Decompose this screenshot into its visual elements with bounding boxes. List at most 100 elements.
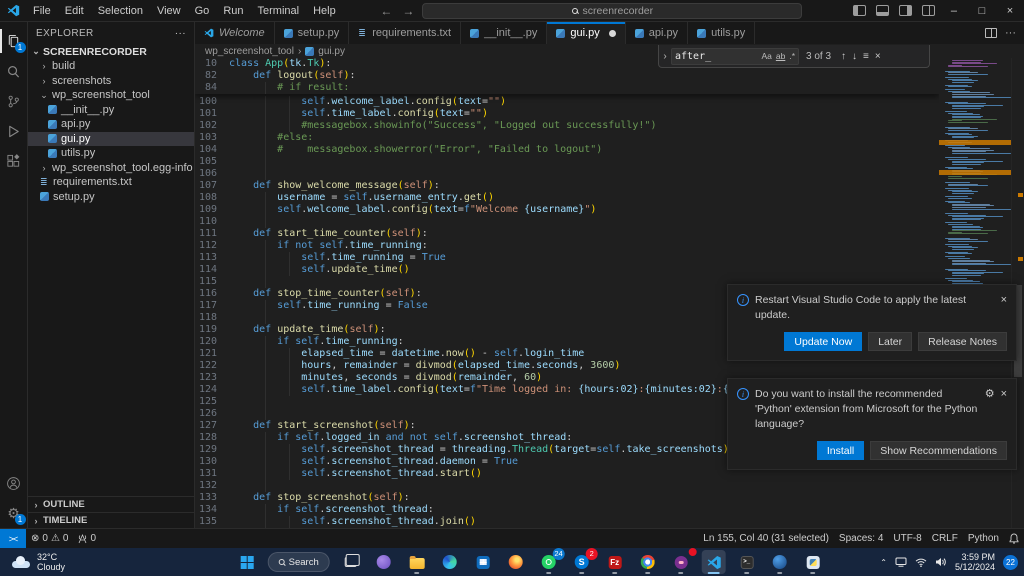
editor-more-actions-icon[interactable]: ··· (1005, 27, 1016, 39)
install-button[interactable]: Install (817, 441, 864, 460)
tray-chevron-up-icon[interactable]: ⌃ (880, 558, 887, 567)
menu-go[interactable]: Go (188, 0, 217, 22)
explorer-item[interactable]: gui.py (28, 132, 194, 147)
explorer-more-actions-icon[interactable]: ··· (175, 28, 186, 39)
taskbar-media-app[interactable] (669, 550, 693, 574)
find-close-icon[interactable]: × (875, 51, 881, 62)
taskbar-python-app[interactable] (801, 550, 825, 574)
wifi-icon[interactable] (915, 558, 927, 567)
breadcrumb-item[interactable]: wp_screenshot_tool (205, 46, 294, 57)
tab--init-py[interactable]: __init__.py (461, 22, 547, 44)
taskbar-firefox[interactable] (504, 550, 528, 574)
status-language-mode[interactable]: Python (963, 533, 1004, 544)
status-cursor-position[interactable]: Ln 155, Col 40 (31 selected) (698, 533, 834, 544)
section-timeline[interactable]: ›TIMELINE (28, 512, 194, 528)
explorer-root-folder[interactable]: ⌄ SCREENRECORDER (28, 44, 194, 59)
taskbar-store[interactable] (471, 550, 495, 574)
toggle-secondary-sidebar-icon[interactable] (899, 5, 912, 16)
match-case-icon[interactable]: Aa (761, 51, 771, 61)
status-eol[interactable]: CRLF (927, 533, 963, 544)
toggle-panel-icon[interactable] (876, 5, 889, 16)
tab-welcome[interactable]: Welcome (195, 22, 275, 44)
taskbar-search[interactable]: Search (268, 552, 330, 572)
problems-indicator[interactable]: ⊗0 ⚠0 (26, 533, 73, 544)
explorer-item[interactable]: utils.py (28, 146, 194, 161)
activity-extensions-icon[interactable] (0, 146, 28, 176)
toggle-sidebar-icon[interactable] (853, 5, 866, 16)
release-notes-button[interactable]: Release Notes (918, 332, 1007, 351)
menu-file[interactable]: File (26, 0, 58, 22)
status-encoding[interactable]: UTF-8 (888, 533, 926, 544)
activity-account-icon[interactable] (0, 468, 28, 498)
maximize-button[interactable]: □ (968, 0, 996, 22)
menu-help[interactable]: Help (306, 0, 343, 22)
explorer-item[interactable]: ›screenshots (28, 74, 194, 89)
explorer-item[interactable]: ≣requirements.txt (28, 175, 194, 190)
tab-requirements-txt[interactable]: ≣requirements.txt (349, 22, 461, 44)
taskbar-whatsapp[interactable]: 24 (537, 550, 561, 574)
close-button[interactable]: × (996, 0, 1024, 22)
show-recommendations-button[interactable]: Show Recommendations (870, 441, 1007, 460)
remote-indicator[interactable]: >< (0, 529, 26, 548)
taskbar-file-explorer[interactable] (405, 550, 429, 574)
tab-api-py[interactable]: api.py (626, 22, 688, 44)
menu-terminal[interactable]: Terminal (251, 0, 307, 22)
activity-explorer-icon[interactable]: 1 (0, 26, 28, 56)
section-outline[interactable]: ›OUTLINE (28, 496, 194, 512)
taskbar-task-view[interactable] (339, 550, 363, 574)
tab-gui-py[interactable]: gui.py (547, 22, 625, 44)
breadcrumb-item[interactable]: gui.py (318, 46, 345, 57)
activity-settings-icon[interactable]: ⚙1 (0, 498, 28, 528)
explorer-item[interactable]: setup.py (28, 190, 194, 205)
display-icon[interactable] (895, 557, 907, 567)
activity-run-debug-icon[interactable] (0, 116, 28, 146)
menu-edit[interactable]: Edit (58, 0, 91, 22)
explorer-item[interactable]: api.py (28, 117, 194, 132)
later-button[interactable]: Later (868, 332, 912, 351)
minimize-button[interactable]: – (940, 0, 968, 22)
taskbar-search[interactable]: Search (268, 550, 330, 574)
taskbar-blue-app[interactable] (768, 550, 792, 574)
taskbar-chrome[interactable] (636, 550, 660, 574)
split-editor-icon[interactable] (985, 28, 997, 38)
explorer-item[interactable]: ›wp_screenshot_tool.egg-info (28, 161, 194, 176)
ports-indicator[interactable]: 0 (73, 533, 101, 544)
taskbar-filezilla[interactable]: Fz (603, 550, 627, 574)
menu-run[interactable]: Run (216, 0, 250, 22)
tab-setup-py[interactable]: setup.py (275, 22, 350, 44)
weather-widget[interactable]: 32°C Cloudy (0, 552, 170, 572)
update-now-button[interactable]: Update Now (784, 332, 862, 351)
forward-arrow-icon[interactable]: → (402, 4, 414, 18)
notifications-bell-icon[interactable] (1004, 533, 1024, 544)
customize-layout-icon[interactable] (922, 5, 935, 16)
taskbar-terminal[interactable]: >_ (735, 550, 759, 574)
notification-settings-gear-icon[interactable]: ⚙ (985, 387, 995, 432)
find-in-selection-icon[interactable]: ≡ (863, 51, 869, 62)
find-previous-icon[interactable]: ↑ (841, 51, 846, 62)
menu-selection[interactable]: Selection (91, 0, 150, 22)
find-next-icon[interactable]: ↓ (852, 51, 857, 62)
notification-count-badge[interactable]: 22 (1003, 555, 1018, 570)
taskbar-start[interactable] (235, 550, 259, 574)
taskbar-skype[interactable]: S2 (570, 550, 594, 574)
volume-icon[interactable] (935, 557, 947, 567)
taskbar-vscode[interactable] (702, 550, 726, 574)
regex-icon[interactable]: .* (789, 51, 795, 61)
command-center-search[interactable]: screenrecorder (422, 3, 802, 19)
activity-search-icon[interactable] (0, 56, 28, 86)
explorer-item[interactable]: ›build (28, 59, 194, 74)
activity-source-control-icon[interactable] (0, 86, 28, 116)
notification-close-icon[interactable]: × (1001, 293, 1007, 323)
explorer-item[interactable]: __init__.py (28, 103, 194, 118)
back-arrow-icon[interactable]: ← (380, 4, 392, 18)
taskbar-edge[interactable] (438, 550, 462, 574)
whole-word-icon[interactable]: ab (776, 51, 785, 61)
explorer-item[interactable]: ⌄wp_screenshot_tool (28, 88, 194, 103)
find-input[interactable]: after_ Aa ab .* (671, 48, 799, 65)
tab-utils-py[interactable]: utils.py (688, 22, 755, 44)
clock[interactable]: 3:59 PM 5/12/2024 (955, 552, 995, 572)
taskbar-chat-app[interactable] (372, 550, 396, 574)
notification-close-icon[interactable]: × (1001, 387, 1007, 432)
menu-view[interactable]: View (150, 0, 188, 22)
status-indentation[interactable]: Spaces: 4 (834, 533, 888, 544)
